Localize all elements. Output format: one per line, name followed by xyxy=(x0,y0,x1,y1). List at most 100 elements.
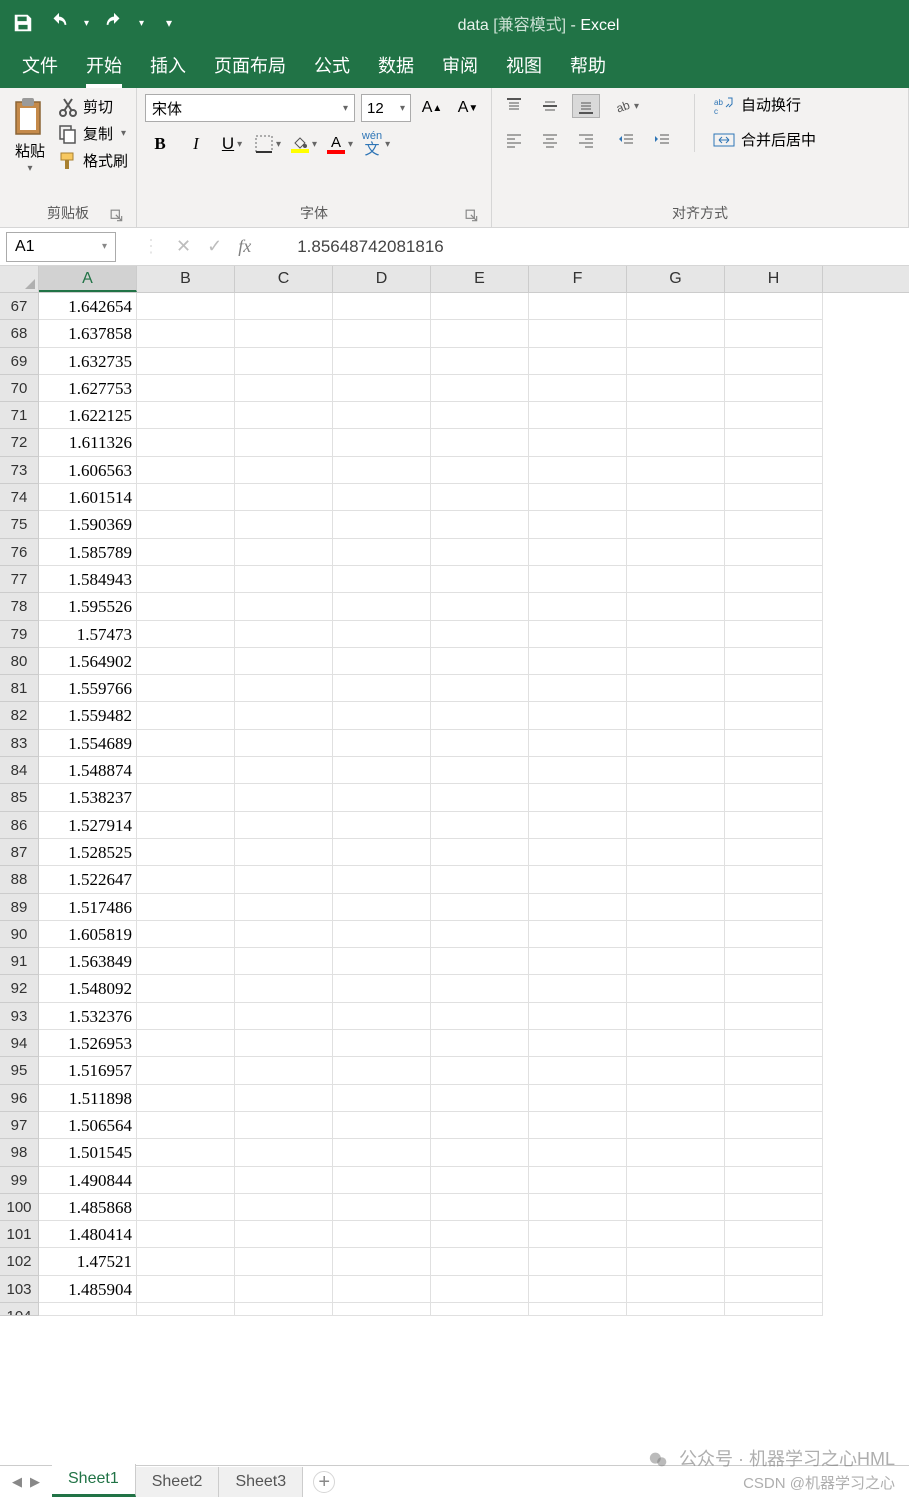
cell[interactable] xyxy=(627,975,725,1002)
cell[interactable] xyxy=(529,320,627,347)
align-middle-button[interactable] xyxy=(536,94,564,118)
cell[interactable] xyxy=(725,621,823,648)
cell[interactable] xyxy=(137,402,235,429)
cell[interactable] xyxy=(627,1030,725,1057)
cell[interactable] xyxy=(431,1221,529,1248)
cell[interactable] xyxy=(627,839,725,866)
bold-button[interactable]: B xyxy=(145,130,175,158)
cell[interactable] xyxy=(333,1303,431,1316)
cell[interactable] xyxy=(627,1085,725,1112)
tab-data[interactable]: 数据 xyxy=(378,52,414,88)
cell[interactable] xyxy=(529,1303,627,1316)
cell[interactable] xyxy=(333,894,431,921)
cell[interactable] xyxy=(235,1057,333,1084)
cell[interactable] xyxy=(137,948,235,975)
cell[interactable] xyxy=(333,1112,431,1139)
cell[interactable] xyxy=(529,839,627,866)
cell[interactable] xyxy=(137,1167,235,1194)
row-header[interactable]: 91 xyxy=(0,948,39,975)
cell[interactable] xyxy=(725,1248,823,1275)
cell[interactable]: 1.511898 xyxy=(39,1085,137,1112)
row-header[interactable]: 87 xyxy=(0,839,39,866)
cell[interactable] xyxy=(725,484,823,511)
cell[interactable] xyxy=(137,457,235,484)
cell[interactable] xyxy=(137,621,235,648)
tab-help[interactable]: 帮助 xyxy=(570,52,606,88)
cell[interactable] xyxy=(235,348,333,375)
cell[interactable] xyxy=(431,348,529,375)
cell[interactable]: 1.527914 xyxy=(39,812,137,839)
clipboard-dialog-launcher-icon[interactable] xyxy=(110,209,124,223)
cell[interactable] xyxy=(529,1003,627,1030)
cell[interactable]: 1.605819 xyxy=(39,921,137,948)
cell[interactable]: 1.606563 xyxy=(39,457,137,484)
qat-customize-icon[interactable]: ▾ xyxy=(158,12,180,34)
align-bottom-button[interactable] xyxy=(572,94,600,118)
cell[interactable] xyxy=(627,457,725,484)
cell[interactable]: 1.590369 xyxy=(39,511,137,538)
cell[interactable] xyxy=(431,1085,529,1112)
cell[interactable]: 1.501545 xyxy=(39,1139,137,1166)
row-header[interactable]: 77 xyxy=(0,566,39,593)
cell[interactable] xyxy=(725,1030,823,1057)
orientation-button[interactable]: ab▾ xyxy=(612,94,640,118)
paste-button[interactable]: 粘贴 ▾ xyxy=(8,94,52,176)
fill-color-button[interactable]: ▾ xyxy=(289,130,319,158)
cell[interactable] xyxy=(333,1194,431,1221)
cell[interactable] xyxy=(431,1112,529,1139)
cell[interactable] xyxy=(235,975,333,1002)
cell[interactable] xyxy=(725,975,823,1002)
cell[interactable] xyxy=(627,1139,725,1166)
cell[interactable]: 1.548092 xyxy=(39,975,137,1002)
cell[interactable] xyxy=(235,621,333,648)
row-header[interactable]: 73 xyxy=(0,457,39,484)
row-header[interactable]: 75 xyxy=(0,511,39,538)
cell[interactable] xyxy=(725,293,823,320)
cell[interactable] xyxy=(137,1248,235,1275)
cell[interactable] xyxy=(627,402,725,429)
cell[interactable] xyxy=(235,593,333,620)
cell[interactable]: 1.522647 xyxy=(39,866,137,893)
cell[interactable] xyxy=(725,1221,823,1248)
cell[interactable] xyxy=(235,1248,333,1275)
cell[interactable] xyxy=(333,1167,431,1194)
cell[interactable] xyxy=(627,1003,725,1030)
cell[interactable] xyxy=(333,621,431,648)
cell[interactable] xyxy=(725,921,823,948)
cell[interactable] xyxy=(137,1303,235,1316)
cell[interactable] xyxy=(333,402,431,429)
cell[interactable] xyxy=(627,484,725,511)
cell[interactable] xyxy=(725,1085,823,1112)
cell[interactable] xyxy=(235,730,333,757)
cell[interactable] xyxy=(529,429,627,456)
cell[interactable] xyxy=(431,539,529,566)
cell[interactable] xyxy=(529,566,627,593)
cell[interactable]: 1.559482 xyxy=(39,702,137,729)
cell[interactable] xyxy=(529,348,627,375)
cell[interactable] xyxy=(725,1276,823,1303)
cell[interactable] xyxy=(725,948,823,975)
cell[interactable] xyxy=(235,539,333,566)
cell[interactable] xyxy=(529,1248,627,1275)
cell[interactable] xyxy=(529,948,627,975)
cell[interactable] xyxy=(627,675,725,702)
row-header[interactable]: 104 xyxy=(0,1303,39,1316)
cell[interactable]: 1.485868 xyxy=(39,1194,137,1221)
cell[interactable] xyxy=(137,921,235,948)
cell[interactable] xyxy=(529,784,627,811)
cell[interactable] xyxy=(235,1112,333,1139)
cell[interactable]: 1.516957 xyxy=(39,1057,137,1084)
cut-button[interactable]: 剪切 xyxy=(58,96,128,117)
cell[interactable] xyxy=(137,1139,235,1166)
cell[interactable] xyxy=(235,511,333,538)
cell[interactable] xyxy=(235,702,333,729)
cell[interactable]: 1.485904 xyxy=(39,1276,137,1303)
cell[interactable] xyxy=(333,484,431,511)
row-header[interactable]: 83 xyxy=(0,730,39,757)
cell[interactable] xyxy=(627,1221,725,1248)
row-header[interactable]: 80 xyxy=(0,648,39,675)
cell[interactable]: 1.584943 xyxy=(39,566,137,593)
cell[interactable] xyxy=(235,375,333,402)
row-header[interactable]: 81 xyxy=(0,675,39,702)
undo-icon[interactable] xyxy=(48,12,70,34)
